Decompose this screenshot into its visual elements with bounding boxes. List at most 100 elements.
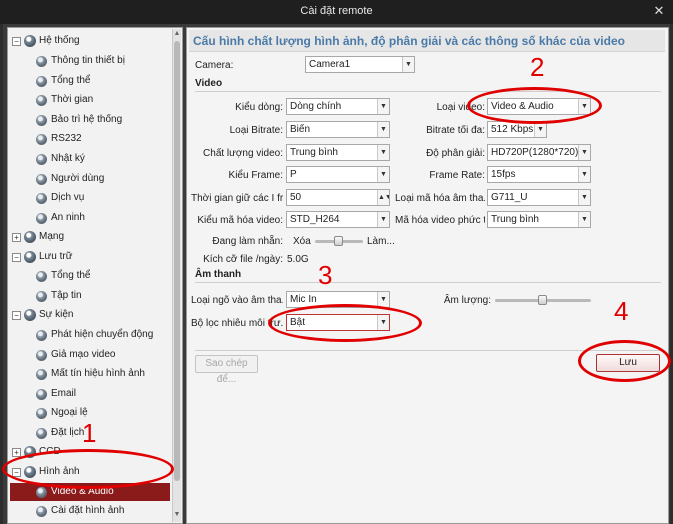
tree-item[interactable]: Mất tín hiệu hình ảnh — [8, 365, 172, 383]
divider — [195, 91, 661, 92]
scroll-down-icon[interactable]: ▼ — [173, 511, 181, 521]
chevron-down-icon: ▼ — [377, 167, 389, 182]
smoothing-label: Đang làm nhẵn: — [212, 236, 283, 247]
tree-item[interactable]: Thông tin thiết bị — [8, 52, 172, 70]
tree-group-he-thong[interactable]: − Hệ thống — [8, 32, 172, 50]
tree-item-label: Nhật ký — [51, 153, 85, 164]
stream-type-select[interactable]: Dòng chính ▼ — [286, 98, 390, 115]
settings-leaf-icon — [36, 95, 47, 106]
annotation-number-4: 4 — [614, 296, 629, 326]
frame-type-select[interactable]: P ▼ — [286, 166, 390, 183]
settings-leaf-icon — [36, 193, 47, 204]
video-quality-value: Trung bình — [290, 147, 338, 158]
tree-item[interactable]: Bảo trì hệ thống — [8, 111, 172, 129]
tree-item-label: Tổng thể — [51, 75, 91, 86]
chevron-down-icon: ▼ — [377, 212, 389, 227]
audio-encoding-select[interactable]: G711_U ▼ — [487, 189, 591, 206]
settings-leaf-icon — [36, 115, 47, 126]
resolution-value: HD720P(1280*720) — [491, 147, 579, 158]
event-node-icon — [24, 309, 36, 321]
settings-leaf-icon — [36, 76, 47, 87]
tree-item-label: Mất tín hiệu hình ảnh — [51, 368, 145, 379]
resolution-label: Độ phân giải: — [426, 148, 485, 159]
chevron-down-icon: ▼ — [402, 57, 414, 72]
scrollbar-thumb[interactable] — [174, 41, 180, 481]
collapse-icon[interactable]: − — [12, 37, 21, 46]
chevron-down-icon: ▼ — [578, 145, 590, 160]
collapse-icon[interactable]: − — [12, 253, 21, 262]
title-bar: Cài đặt remote ✕ — [0, 0, 673, 24]
tree-item[interactable]: Cài đặt hình ảnh — [8, 502, 172, 520]
panel-title: Cấu hình chất lượng hình ảnh, độ phân gi… — [193, 34, 625, 48]
audio-encoding-label: Loại mã hóa âm tha... — [395, 193, 485, 204]
spinner-arrows-icon[interactable]: ▲▼ — [377, 190, 389, 205]
annotation-ellipse-3 — [268, 304, 422, 342]
chevron-down-icon: ▼ — [377, 145, 389, 160]
tree-item-label: Giả mạo video — [51, 349, 116, 360]
smoothing-slider-handle[interactable] — [334, 236, 343, 246]
volume-slider-handle[interactable] — [538, 295, 547, 305]
tree-item-label: Bảo trì hệ thống — [51, 114, 123, 125]
event-leaf-icon — [36, 350, 47, 361]
chevron-down-icon: ▼ — [534, 122, 546, 137]
video-encoding-select[interactable]: STD_H264 ▼ — [286, 211, 390, 228]
tree-item[interactable]: Tập tin — [8, 287, 172, 305]
panel-header: Cấu hình chất lượng hình ảnh, độ phân gi… — [189, 30, 665, 52]
annotation-number-3: 3 — [318, 260, 333, 290]
frame-type-value: P — [290, 169, 297, 180]
video-quality-select[interactable]: Trung bình ▼ — [286, 144, 390, 161]
copy-to-button[interactable]: Sao chép để... — [195, 355, 258, 385]
tree-item[interactable]: Phát hiện chuyển động — [8, 326, 172, 344]
tree-group-mang[interactable]: + Mạng — [8, 228, 172, 246]
camera-label: Camera: — [195, 60, 234, 71]
scroll-up-icon[interactable]: ▲ — [173, 30, 181, 40]
chevron-down-icon: ▼ — [377, 122, 389, 137]
tree-item[interactable]: Nhật ký — [8, 150, 172, 168]
tree-item[interactable]: Thời gian — [8, 91, 172, 109]
storage-node-icon — [24, 251, 36, 263]
file-size-label: Kích cỡ file /ngày: — [203, 254, 283, 265]
settings-node-icon — [24, 35, 36, 47]
tree-item[interactable]: Email — [8, 385, 172, 403]
expand-icon[interactable]: + — [12, 233, 21, 242]
annotation-ellipse-4 — [578, 340, 671, 382]
camera-select[interactable]: Camera1 ▼ — [305, 56, 415, 73]
event-leaf-icon — [36, 369, 47, 380]
tree-item-label: Đặt lịch — [51, 427, 85, 438]
video-encoding-value: STD_H264 — [290, 214, 340, 225]
close-icon[interactable]: ✕ — [651, 3, 667, 19]
tree-item-label: Tổng thể — [51, 270, 91, 281]
smoothing-min-label: Xóa — [293, 236, 311, 247]
tree-item[interactable]: RS232 — [8, 130, 172, 148]
audio-input-label: Loại ngõ vào âm tha... — [191, 295, 283, 306]
sidebar-scrollbar[interactable]: ▲ ▼ — [172, 29, 181, 522]
tree-group-luu-tru[interactable]: − Lưu trữ — [8, 248, 172, 266]
tree-item[interactable]: Tổng thể — [8, 267, 172, 285]
tree-item[interactable]: Giả mạo video — [8, 346, 172, 364]
annotation-number-2: 2 — [530, 52, 545, 82]
encoding-complexity-select[interactable]: Trung bình ▼ — [487, 211, 591, 228]
tree-item[interactable]: An ninh — [8, 209, 172, 227]
tree-item[interactable]: Người dùng — [8, 170, 172, 188]
annotation-number-1: 1 — [82, 418, 97, 448]
resolution-select[interactable]: HD720P(1280*720) ▼ — [487, 144, 591, 161]
event-leaf-icon — [36, 330, 47, 341]
tree-group-label: Sự kiện — [39, 309, 74, 320]
storage-leaf-icon — [36, 271, 47, 282]
storage-leaf-icon — [36, 291, 47, 302]
tree-group-su-kien[interactable]: − Sự kiện — [8, 306, 172, 324]
event-leaf-icon — [36, 408, 47, 419]
tree-group-label: Mạng — [39, 231, 65, 242]
bitrate-type-select[interactable]: Biến ▼ — [286, 121, 390, 138]
stream-type-label: Kiểu dòng: — [235, 102, 283, 113]
frame-rate-select[interactable]: 15fps ▼ — [487, 166, 591, 183]
tree-item[interactable]: Tổng thể — [8, 72, 172, 90]
i-frame-interval-label: Thời gian giữ các I fr... — [191, 193, 283, 204]
settings-leaf-icon — [36, 56, 47, 67]
tree-item[interactable]: Dịch vụ — [8, 189, 172, 207]
max-bitrate-value: 512 Kbps — [491, 124, 534, 135]
i-frame-interval-stepper[interactable]: 50 ▲▼ — [286, 189, 390, 206]
settings-leaf-icon — [36, 154, 47, 165]
chevron-down-icon: ▼ — [578, 167, 590, 182]
collapse-icon[interactable]: − — [12, 311, 21, 320]
